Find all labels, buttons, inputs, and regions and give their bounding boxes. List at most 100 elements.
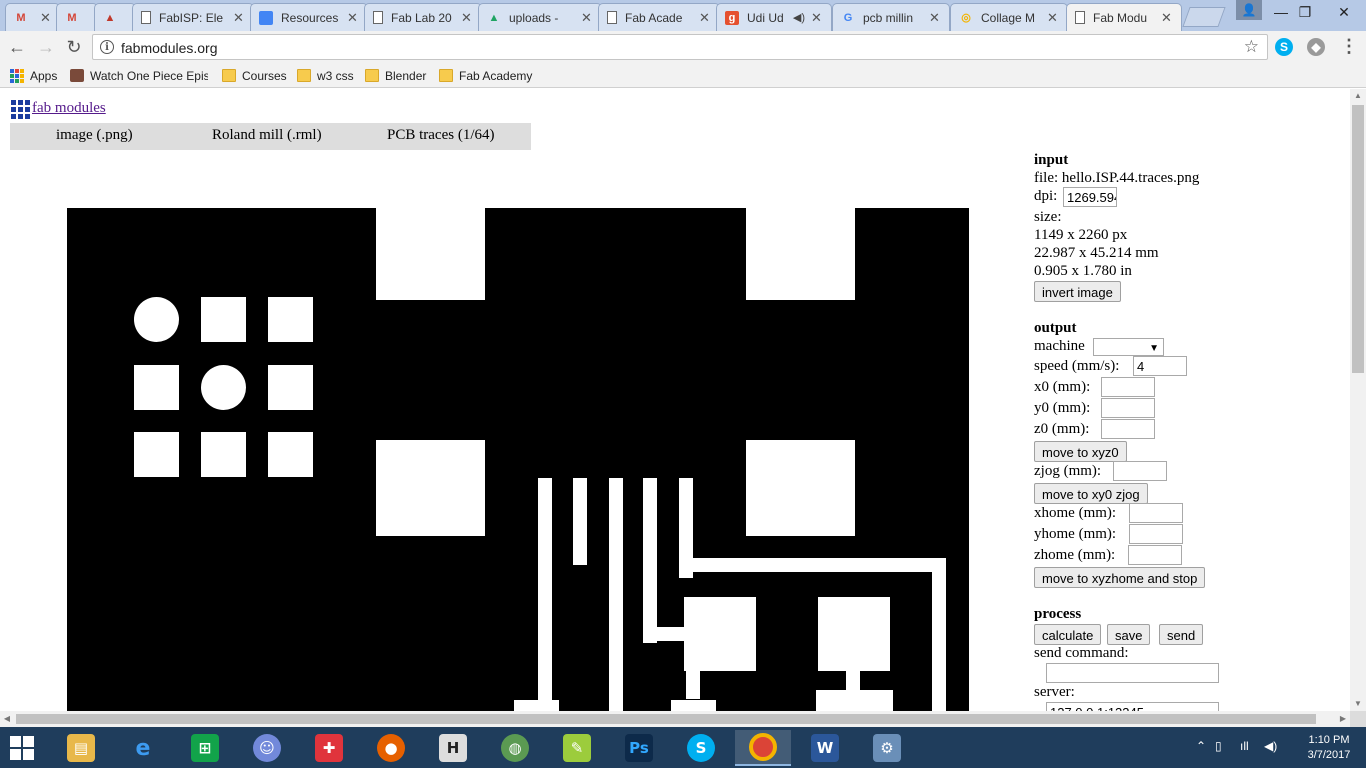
taskbar-chrome[interactable] (735, 730, 791, 766)
bookmark-apps[interactable]: Apps (10, 67, 57, 84)
vertical-scroll-thumb[interactable] (1352, 105, 1364, 373)
tab-gmail-1[interactable]: M ✕ (5, 3, 60, 31)
gamepad-icon: ✚ (315, 734, 343, 762)
document-icon (373, 11, 383, 24)
battery-icon[interactable]: ▯ (1215, 739, 1222, 753)
taskbar-skype[interactable]: S (673, 730, 729, 766)
calculate-button[interactable]: calculate (1034, 624, 1102, 645)
yhome-input[interactable] (1129, 524, 1183, 544)
scroll-left-arrow-icon[interactable]: ◀ (0, 711, 14, 727)
move-to-xyzhome-button[interactable]: move to xyzhome and stop (1034, 567, 1206, 588)
zjog-input[interactable] (1113, 461, 1167, 481)
tab-resources[interactable]: Resources ✕ (250, 3, 368, 31)
tab-collage[interactable]: ◎ Collage M ✕ (950, 3, 1068, 31)
taskbar-sketchbook[interactable]: ✎ (549, 730, 605, 766)
tab-fab-academy[interactable]: Fab Acade ✕ (598, 3, 720, 31)
taskbar-control-panel[interactable]: ⚙ (859, 730, 915, 766)
reload-icon[interactable]: ↻ (63, 36, 85, 58)
close-tab-icon[interactable]: ✕ (347, 10, 359, 26)
info-icon[interactable]: i (100, 40, 114, 54)
tab-title: Fab Modu (1093, 10, 1148, 25)
close-tab-icon[interactable]: ✕ (461, 10, 473, 26)
bookmark-star-icon[interactable]: ☆ (1244, 37, 1259, 57)
bookmark-blender[interactable]: Blender (365, 67, 426, 84)
invert-image-button[interactable]: invert image (1034, 281, 1121, 302)
tab-fablab[interactable]: Fab Lab 20 ✕ (364, 3, 482, 31)
tab-uploads[interactable]: ▲ uploads - ✕ (478, 3, 602, 31)
horizontal-scrollbar[interactable]: ◀ ▶ (0, 711, 1350, 727)
bookmark-courses[interactable]: Courses (222, 67, 287, 84)
menu-output-format[interactable]: Roland mill (.rml) (212, 127, 322, 144)
taskbar-game[interactable]: ✚ (301, 730, 357, 766)
taskbar-photoshop[interactable]: Ps (611, 730, 667, 766)
z0-input[interactable] (1101, 419, 1155, 439)
tab-udi[interactable]: g Udi Ud ◀) ✕ (716, 3, 832, 31)
tab-gmail-2[interactable]: M (56, 3, 98, 31)
taskbar-discord[interactable]: ☺ (239, 730, 295, 766)
volume-icon[interactable]: ◀) (1264, 739, 1277, 753)
taskbar-h-app[interactable]: H (425, 730, 481, 766)
output-heading: output (1034, 320, 1077, 336)
taskbar-internet-explorer[interactable]: e (115, 730, 171, 766)
network-icon[interactable]: ıll (1240, 739, 1249, 753)
bookmark-one-piece[interactable]: Watch One Piece Epis (70, 67, 208, 84)
taskbar-word[interactable]: W (797, 730, 853, 766)
taskbar-firefox[interactable]: ● (363, 730, 419, 766)
horizontal-scroll-thumb[interactable] (16, 714, 1316, 724)
show-hidden-icons-icon[interactable]: ⌃ (1196, 739, 1206, 753)
vertical-scrollbar[interactable]: ▲ ▼ (1350, 89, 1366, 711)
menu-process[interactable]: PCB traces (1/64) (387, 127, 494, 144)
send-button[interactable]: send (1159, 624, 1204, 645)
close-tab-icon[interactable]: ✕ (40, 10, 52, 26)
tab-pcb-milling[interactable]: G pcb millin ✕ (832, 3, 950, 31)
close-tab-icon[interactable]: ✕ (1161, 10, 1173, 26)
audio-playing-icon[interactable]: ◀) (793, 11, 805, 24)
url-text[interactable]: fabmodules.org (121, 40, 218, 56)
tab-fab-modules[interactable]: Fab Modu ✕ (1066, 3, 1182, 31)
machine-select[interactable]: ▼ (1093, 338, 1164, 356)
close-tab-icon[interactable]: ✕ (581, 10, 593, 26)
bookmark-fab-academy[interactable]: Fab Academy (439, 67, 532, 84)
close-tab-icon[interactable]: ✕ (699, 10, 711, 26)
speed-input[interactable]: 4 (1133, 356, 1187, 376)
zhome-input[interactable] (1128, 545, 1182, 565)
fab-modules-link[interactable]: fab modules (32, 100, 106, 117)
restore-icon[interactable]: ❐ (1290, 0, 1320, 24)
forward-arrow-icon[interactable]: → (35, 36, 57, 58)
save-button[interactable]: save (1107, 624, 1151, 645)
tab-fabisp[interactable]: FabISP: Ele ✕ (132, 3, 254, 31)
windows-taskbar: ▤ e ⊞ ☺ ✚ ● H ◍ ✎ Ps S W ⚙ ⌃ ▯ ıll ◀) 1:… (0, 727, 1366, 768)
address-bar[interactable]: i fabmodules.org ☆ (92, 34, 1268, 60)
close-tab-icon[interactable]: ✕ (1047, 10, 1059, 26)
xhome-input[interactable] (1129, 503, 1183, 523)
pcb-notch (376, 208, 485, 300)
move-to-xy0-zjog-button[interactable]: move to xy0 zjog (1034, 483, 1148, 504)
chrome-menu-icon[interactable]: ⋮ (1340, 37, 1358, 55)
dpi-input[interactable]: 1269.594 (1063, 187, 1117, 207)
bookmark-w3css[interactable]: w3 css (297, 67, 354, 84)
move-to-xyz0-button[interactable]: move to xyz0 (1034, 441, 1127, 462)
scroll-right-arrow-icon[interactable]: ▶ (1336, 711, 1350, 727)
taskbar-globe[interactable]: ◍ (487, 730, 543, 766)
windows-start-icon[interactable] (10, 736, 34, 760)
scroll-up-arrow-icon[interactable]: ▲ (1350, 89, 1366, 103)
profile-icon[interactable]: 👤 (1236, 0, 1262, 20)
skype-icon[interactable]: S (1275, 38, 1293, 56)
server-input[interactable]: 127.0.0.1:12345 (1046, 702, 1219, 711)
close-window-icon[interactable]: ✕ (1324, 0, 1364, 24)
taskbar-file-explorer[interactable]: ▤ (53, 730, 109, 766)
close-tab-icon[interactable]: ✕ (811, 10, 823, 26)
scroll-down-arrow-icon[interactable]: ▼ (1350, 697, 1366, 711)
back-arrow-icon[interactable]: ← (6, 36, 28, 58)
taskbar-clock[interactable]: 1:10 PM 3/7/2017 (1300, 733, 1358, 763)
extension-icon[interactable]: ◆ (1307, 38, 1325, 56)
close-tab-icon[interactable]: ✕ (929, 10, 941, 26)
close-tab-icon[interactable]: ✕ (233, 10, 245, 26)
send-command-input[interactable] (1046, 663, 1219, 683)
menu-input-format[interactable]: image (.png) (56, 127, 133, 144)
new-tab-button[interactable] (1182, 7, 1226, 27)
y0-input[interactable] (1101, 398, 1155, 418)
x0-input[interactable] (1101, 377, 1155, 397)
tab-app[interactable]: ▲ (94, 3, 136, 31)
taskbar-store[interactable]: ⊞ (177, 730, 233, 766)
